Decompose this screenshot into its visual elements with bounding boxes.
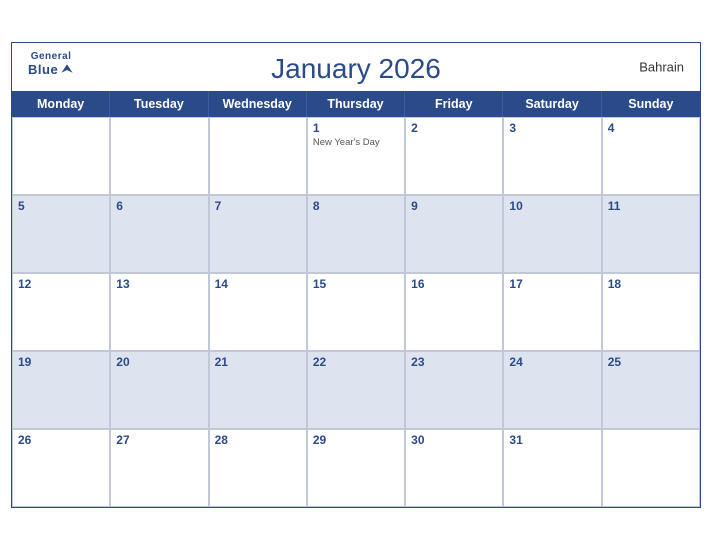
calendar-cell: 20 xyxy=(110,351,208,429)
cell-holiday: New Year's Day xyxy=(313,137,399,148)
calendar-cell: 6 xyxy=(110,195,208,273)
calendar-cell: 25 xyxy=(602,351,700,429)
cell-number: 27 xyxy=(116,433,202,447)
cell-number: 26 xyxy=(18,433,104,447)
calendar-cell: 29 xyxy=(307,429,405,507)
calendar-cell: 19 xyxy=(12,351,110,429)
logo-blue: Blue xyxy=(28,62,74,77)
cell-number: 2 xyxy=(411,121,497,135)
day-header-sunday: Sunday xyxy=(602,91,700,117)
calendar-cell: 4 xyxy=(602,117,700,195)
calendar-cell xyxy=(209,117,307,195)
cell-number: 16 xyxy=(411,277,497,291)
calendar-title: January 2026 xyxy=(271,53,441,85)
calendar-cell: 16 xyxy=(405,273,503,351)
calendar-cell: 1 New Year's Day xyxy=(307,117,405,195)
day-header-friday: Friday xyxy=(405,91,503,117)
calendar-cell: 11 xyxy=(602,195,700,273)
cell-number: 4 xyxy=(608,121,694,135)
cell-number: 8 xyxy=(313,199,399,213)
calendar-cell: 18 xyxy=(602,273,700,351)
cell-number: 11 xyxy=(608,199,694,213)
calendar-cell xyxy=(12,117,110,195)
cell-number: 19 xyxy=(18,355,104,369)
cell-number: 18 xyxy=(608,277,694,291)
calendar-cell xyxy=(602,429,700,507)
cell-number: 22 xyxy=(313,355,399,369)
calendar-cell: 12 xyxy=(12,273,110,351)
calendar-cell: 31 xyxy=(503,429,601,507)
cell-number: 23 xyxy=(411,355,497,369)
calendar-cell: 5 xyxy=(12,195,110,273)
cell-number: 30 xyxy=(411,433,497,447)
calendar-cell: 2 xyxy=(405,117,503,195)
logo-general: General xyxy=(31,51,72,62)
cell-number: 15 xyxy=(313,277,399,291)
cell-number: 29 xyxy=(313,433,399,447)
day-header-saturday: Saturday xyxy=(503,91,601,117)
cell-number: 28 xyxy=(215,433,301,447)
calendar-grid: 1New Year's Day2345678910111213141516171… xyxy=(12,117,700,507)
cell-number: 14 xyxy=(215,277,301,291)
days-header: MondayTuesdayWednesdayThursdayFridaySatu… xyxy=(12,91,700,117)
cell-number: 7 xyxy=(215,199,301,213)
calendar-cell: 10 xyxy=(503,195,601,273)
calendar-cell: 30 xyxy=(405,429,503,507)
day-header-monday: Monday xyxy=(12,91,110,117)
calendar-cell: 13 xyxy=(110,273,208,351)
cell-number: 12 xyxy=(18,277,104,291)
calendar: General Blue January 2026 Bahrain Monday… xyxy=(11,42,701,508)
cell-number: 31 xyxy=(509,433,595,447)
day-header-tuesday: Tuesday xyxy=(110,91,208,117)
calendar-cell: 14 xyxy=(209,273,307,351)
calendar-cell: 9 xyxy=(405,195,503,273)
cell-number: 13 xyxy=(116,277,202,291)
cell-number: 10 xyxy=(509,199,595,213)
cell-number: 3 xyxy=(509,121,595,135)
calendar-cell xyxy=(110,117,208,195)
cell-number: 21 xyxy=(215,355,301,369)
cell-number: 17 xyxy=(509,277,595,291)
cell-number: 6 xyxy=(116,199,202,213)
calendar-cell: 23 xyxy=(405,351,503,429)
day-header-thursday: Thursday xyxy=(307,91,405,117)
logo-bird-icon xyxy=(60,63,74,77)
calendar-cell: 24 xyxy=(503,351,601,429)
calendar-cell: 15 xyxy=(307,273,405,351)
calendar-cell: 21 xyxy=(209,351,307,429)
day-header-wednesday: Wednesday xyxy=(209,91,307,117)
calendar-cell: 17 xyxy=(503,273,601,351)
logo: General Blue xyxy=(28,51,74,77)
cell-number: 1 xyxy=(313,121,399,135)
cell-number: 24 xyxy=(509,355,595,369)
calendar-header: General Blue January 2026 Bahrain xyxy=(12,43,700,91)
country-label: Bahrain xyxy=(639,60,684,75)
calendar-cell: 22 xyxy=(307,351,405,429)
calendar-cell: 7 xyxy=(209,195,307,273)
cell-number: 9 xyxy=(411,199,497,213)
calendar-cell: 28 xyxy=(209,429,307,507)
cell-number: 25 xyxy=(608,355,694,369)
calendar-cell: 27 xyxy=(110,429,208,507)
calendar-cell: 8 xyxy=(307,195,405,273)
calendar-cell: 3 xyxy=(503,117,601,195)
cell-number: 5 xyxy=(18,199,104,213)
calendar-cell: 26 xyxy=(12,429,110,507)
cell-number: 20 xyxy=(116,355,202,369)
